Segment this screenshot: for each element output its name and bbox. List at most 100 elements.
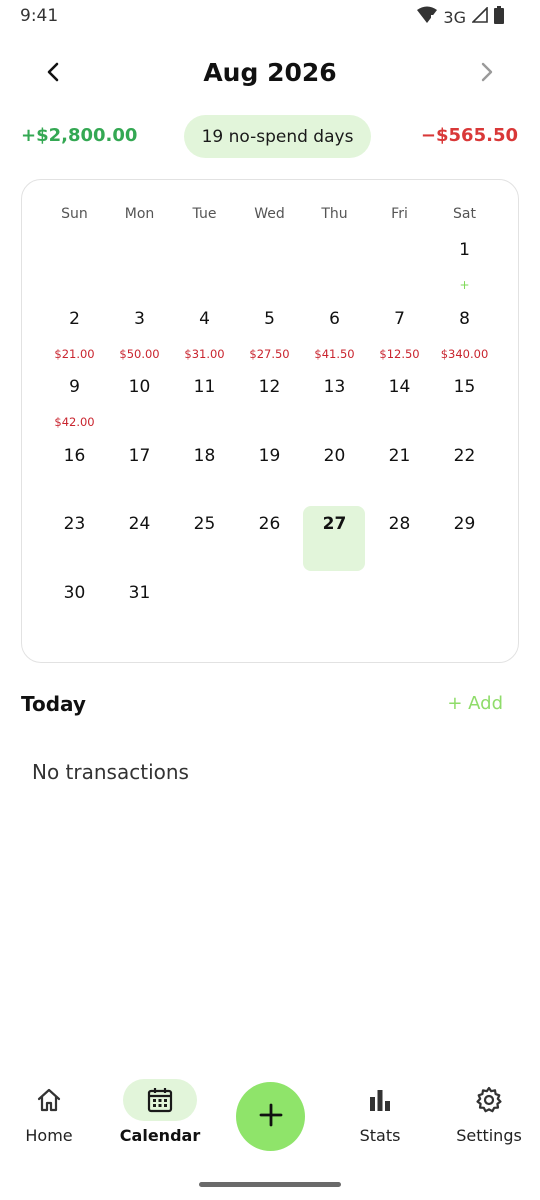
day-number: 18 [193,445,216,466]
weekday-label: Fri [391,206,408,222]
day-cell-today[interactable]: 27 [302,506,367,579]
day-cell[interactable]: 11 [172,373,237,442]
day-cell[interactable]: 16 [42,442,107,511]
day-number: 1 [459,240,470,260]
day-cell[interactable]: 30 [42,579,107,648]
day-expense-amount: $21.00 [54,346,95,361]
day-expense-amount: $340.00 [440,346,489,361]
day-number: 23 [63,514,86,534]
day-expense-amount: $31.00 [184,346,225,361]
day-number: 4 [199,308,210,329]
day-number: 16 [63,445,86,466]
nav-calendar[interactable]: Calendar [115,1078,205,1154]
nav-settings-label: Settings [456,1126,522,1145]
month-summary: +$2,800.00 19 no-spend days −$565.50 [0,115,540,159]
day-cell[interactable]: 9 $42.00 [42,373,107,442]
day-number: 27 [322,514,347,534]
weekday-label: Thu [321,206,348,222]
day-number: 12 [258,377,281,397]
day-cell[interactable]: 17 [107,442,172,511]
signal-icon [471,6,488,27]
day-number: 7 [394,308,405,329]
day-number: 25 [193,514,216,534]
day-number: 30 [63,582,86,603]
calendar-icon [146,1086,174,1114]
today-header: Today + Add [21,690,503,720]
weekday-header: Sun Mon Tue Wed Thu Fri Sat [42,206,500,222]
empty-cell [42,236,107,305]
add-transaction-link[interactable]: + Add [447,693,503,714]
day-number: 28 [388,514,411,534]
network-type: 3G [443,7,466,27]
empty-cell [367,236,432,305]
nav-stats[interactable]: Stats [335,1078,425,1154]
day-number: 21 [388,445,411,466]
no-spend-badge: 19 no-spend days [184,115,371,158]
add-fab-button[interactable] [236,1082,305,1151]
day-number: 29 [453,514,476,534]
nav-home[interactable]: Home [4,1078,94,1154]
day-cell[interactable]: 4 $31.00 [172,305,237,374]
home-icon [35,1086,63,1114]
day-number: 6 [329,308,340,329]
day-cell[interactable]: 25 [172,510,237,579]
day-number: 13 [323,377,346,397]
plus-icon [258,1102,284,1132]
day-income-marker: + [459,278,470,292]
day-cell[interactable]: 29 [432,510,497,579]
day-cell[interactable]: 21 [367,442,432,511]
day-number: 8 [459,308,470,329]
day-cell[interactable]: 19 [237,442,302,511]
day-number: 14 [388,377,411,397]
expense-total: −$565.50 [420,125,518,146]
day-cell[interactable]: 15 [432,373,497,442]
day-cell[interactable]: 2 $21.00 [42,305,107,374]
day-number: 11 [193,377,216,397]
empty-transactions-text: No transactions [32,760,189,784]
day-cell[interactable]: 1 + [432,236,497,305]
day-cell[interactable]: 18 [172,442,237,511]
day-expense-amount: $50.00 [119,346,160,361]
day-cell[interactable]: 22 [432,442,497,511]
day-cell[interactable]: 26 [237,510,302,579]
empty-cell [107,236,172,305]
weekday-label: Sat [453,206,476,222]
day-cell[interactable]: 6 $41.50 [302,305,367,374]
bottom-nav: Home Calendar Stats Settings [0,1072,540,1162]
day-number: 31 [128,582,151,603]
day-cell[interactable]: 5 $27.50 [237,305,302,374]
day-cell[interactable]: 31 [107,579,172,648]
chevron-right-icon [480,62,494,86]
day-number: 9 [69,377,80,397]
weekday-label: Mon [124,206,155,222]
day-expense-amount: $42.00 [54,415,95,429]
nav-calendar-label: Calendar [119,1126,201,1145]
day-cell[interactable]: 14 [367,373,432,442]
status-time: 9:41 [20,6,59,26]
gesture-bar[interactable] [199,1182,341,1187]
day-cell[interactable]: 12 [237,373,302,442]
day-cell[interactable]: 13 [302,373,367,442]
nav-settings[interactable]: Settings [444,1078,534,1154]
day-cell[interactable]: 23 [42,510,107,579]
next-month-button[interactable] [467,54,507,94]
today-title: Today [21,692,86,716]
calendar-grid: 1 +2 $21.00 3 $50.00 4 $31.00 5 $27.50 6 $41.50 7 $1… [42,236,500,647]
empty-cell [302,236,367,305]
day-cell[interactable]: 24 [107,510,172,579]
day-number: 17 [128,445,151,466]
day-cell[interactable]: 7 $12.50 [367,305,432,374]
wifi-icon [417,6,438,28]
empty-cell [237,236,302,305]
calendar-card: Sun Mon Tue Wed Thu Fri Sat 1 +2 $21.00 3 $50.00 4 $… [21,179,519,663]
empty-cell [172,236,237,305]
day-number: 24 [128,514,151,534]
day-expense-amount: $12.50 [379,346,420,361]
day-cell[interactable]: 3 $50.00 [107,305,172,374]
weekday-label: Wed [254,206,285,222]
weekday-label: Tue [192,206,217,222]
day-cell[interactable]: 10 [107,373,172,442]
day-cell[interactable]: 20 [302,442,367,511]
day-cell[interactable]: 28 [367,510,432,579]
day-cell[interactable]: 8 $340.00 [432,305,497,374]
